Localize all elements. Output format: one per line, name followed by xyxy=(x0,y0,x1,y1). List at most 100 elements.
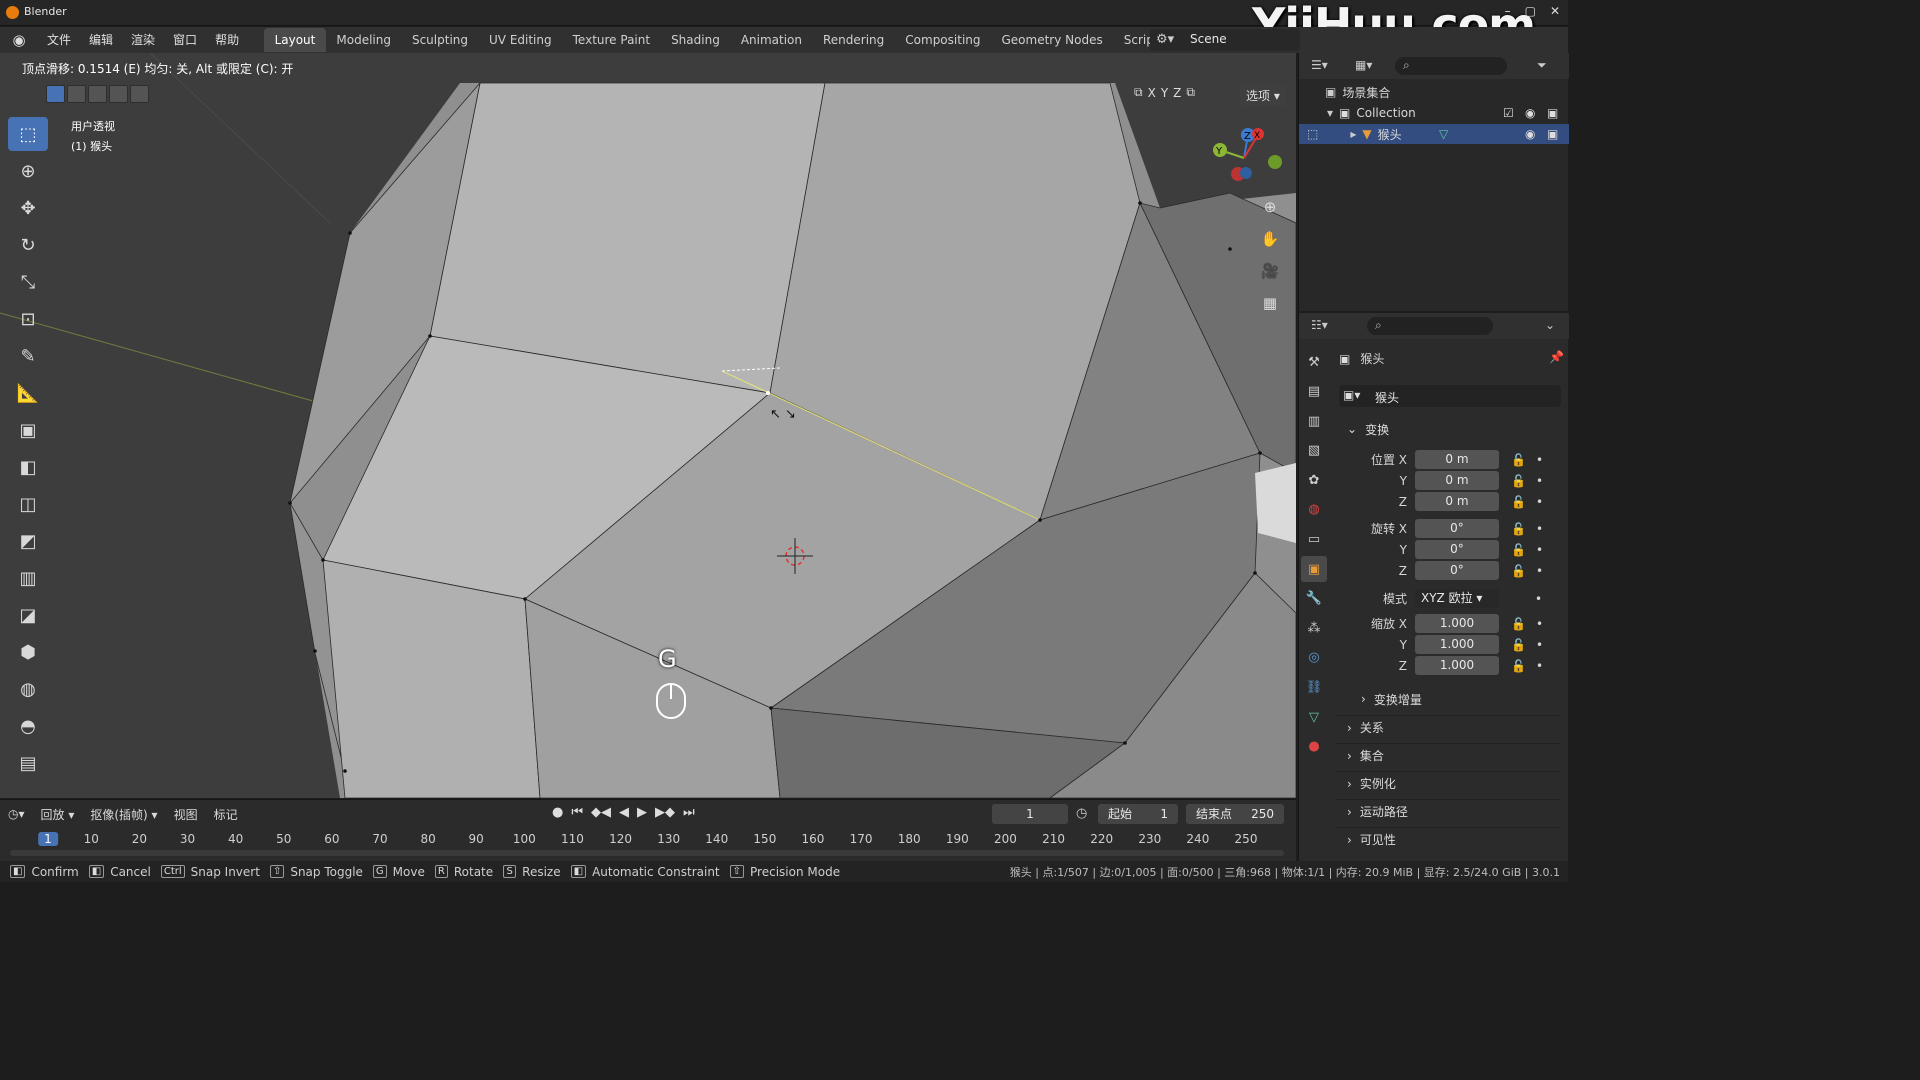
transform-panel-header[interactable]: ⌄ 变换 xyxy=(1335,417,1561,441)
render-tab-icon[interactable]: ▤ xyxy=(1301,379,1327,405)
bevel-tool-icon[interactable]: ◩ xyxy=(8,524,48,558)
frame-tick[interactable]: 230 xyxy=(1138,832,1161,846)
end-frame-field[interactable]: 结束点 250 xyxy=(1186,804,1284,824)
editor-type-icon[interactable]: ◷▾ xyxy=(0,807,33,821)
properties-search-input[interactable] xyxy=(1367,317,1493,335)
smooth-tool-icon[interactable]: ◓ xyxy=(8,709,48,743)
add-cube-tool-icon[interactable]: ▣ xyxy=(8,413,48,447)
instancing-panel[interactable]: › 实例化 xyxy=(1335,771,1561,795)
tool-tab-icon[interactable]: ⚒ xyxy=(1301,349,1327,375)
lock-icon[interactable]: 🔓 xyxy=(1511,495,1526,509)
keyframe-dot-icon[interactable]: • xyxy=(1535,592,1542,606)
cursor-tool-icon[interactable]: ⊕ xyxy=(8,154,48,188)
mesh-view[interactable]: ↖ ↘ xyxy=(0,53,1296,798)
tab-animation[interactable]: Animation xyxy=(730,28,812,52)
extrude-tool-icon[interactable]: ◧ xyxy=(8,450,48,484)
keying-menu[interactable]: 抠像(插帧) ▾ xyxy=(82,806,165,823)
play-reverse-icon[interactable]: ◀ xyxy=(619,805,629,820)
move-tool-icon[interactable]: ✥ xyxy=(8,191,48,225)
maximize-icon[interactable]: ▢ xyxy=(1525,4,1536,18)
frame-tick[interactable]: 40 xyxy=(228,832,243,846)
select-subtract-icon[interactable] xyxy=(88,85,107,103)
modifier-tab-icon[interactable]: 🔧 xyxy=(1301,586,1327,612)
frame-tick[interactable]: 160 xyxy=(802,832,825,846)
lock-icon[interactable]: 🔓 xyxy=(1511,617,1526,631)
frame-tick[interactable]: 20 xyxy=(132,832,147,846)
mesh-data-tab-icon[interactable]: ▽ xyxy=(1301,704,1327,730)
view-layer-tab-icon[interactable]: ▧ xyxy=(1301,438,1327,464)
frame-tick[interactable]: 190 xyxy=(946,832,969,846)
select-invert-icon[interactable] xyxy=(109,85,128,103)
menu-edit[interactable]: 编辑 xyxy=(80,27,122,53)
scene-selector[interactable]: ⚙▾ Scene xyxy=(1150,29,1300,51)
render-camera-icon[interactable]: ▣ xyxy=(1547,127,1558,141)
particles-tab-icon[interactable]: ⁂ xyxy=(1301,615,1327,641)
tab-shading[interactable]: Shading xyxy=(661,28,731,52)
filter-icon[interactable]: ⏷ xyxy=(1537,58,1547,73)
frame-tick[interactable]: 140 xyxy=(705,832,728,846)
scale-z-field[interactable]: 1.000 xyxy=(1415,656,1499,675)
lock-icon[interactable]: 🔓 xyxy=(1511,453,1526,467)
mesh-data-icon[interactable]: ▽ xyxy=(1439,127,1448,141)
tab-uv-editing[interactable]: UV Editing xyxy=(479,28,563,52)
snap-icon[interactable]: ⧉ xyxy=(1186,85,1195,100)
location-z-field[interactable]: 0 m xyxy=(1415,492,1499,511)
scale-tool-icon[interactable]: ⤡ xyxy=(8,265,48,299)
jump-end-icon[interactable]: ⏭ xyxy=(683,805,695,820)
view-menu[interactable]: 视图 xyxy=(166,806,206,823)
lock-icon[interactable]: 🔓 xyxy=(1511,564,1526,578)
frame-tick[interactable]: 240 xyxy=(1186,832,1209,846)
edge-slide-tool-icon[interactable]: ▤ xyxy=(8,746,48,780)
view-layer-icon[interactable]: ▦▾ xyxy=(1355,58,1372,72)
tab-layout[interactable]: Layout xyxy=(264,28,326,52)
timeline-scrollbar[interactable] xyxy=(10,850,1284,856)
render-camera-icon[interactable]: ▣ xyxy=(1547,106,1558,120)
frame-tick[interactable]: 10 xyxy=(84,832,99,846)
tab-texture-paint[interactable]: Texture Paint xyxy=(562,28,660,52)
editor-type-icon[interactable]: ☷▾ xyxy=(1311,318,1328,332)
frame-tick[interactable]: 130 xyxy=(657,832,680,846)
frame-tick[interactable]: 250 xyxy=(1235,832,1258,846)
keyframe-dot-icon[interactable]: • xyxy=(1536,617,1543,631)
frame-tick[interactable]: 150 xyxy=(753,832,776,846)
rotate-tool-icon[interactable]: ↻ xyxy=(8,228,48,262)
frame-tick[interactable]: 120 xyxy=(609,832,632,846)
frame-tick[interactable]: 180 xyxy=(898,832,921,846)
frame-tick[interactable]: 170 xyxy=(850,832,873,846)
frame-tick[interactable]: 220 xyxy=(1090,832,1113,846)
frame-tick[interactable]: 210 xyxy=(1042,832,1065,846)
scene-tab-icon[interactable]: ✿ xyxy=(1301,467,1327,493)
spin-tool-icon[interactable]: ◍ xyxy=(8,672,48,706)
collection-tab-icon[interactable]: ▭ xyxy=(1301,527,1327,553)
frame-tick[interactable]: 1 xyxy=(38,832,58,846)
measure-tool-icon[interactable]: 📐 xyxy=(8,376,48,410)
axis-y-button[interactable]: Y xyxy=(1161,86,1168,100)
material-tab-icon[interactable]: ● xyxy=(1301,734,1327,760)
outliner-search-input[interactable] xyxy=(1395,57,1507,75)
visibility-panel[interactable]: › 可见性 xyxy=(1335,827,1561,851)
location-x-field[interactable]: 0 m xyxy=(1415,450,1499,469)
object-selector-icon[interactable]: ▣▾ xyxy=(1343,388,1360,402)
rotation-x-field[interactable]: 0° xyxy=(1415,519,1499,538)
ortho-grid-icon[interactable]: ▦ xyxy=(1256,289,1284,317)
playback-menu[interactable]: 回放 ▾ xyxy=(33,806,83,823)
mirror-icon[interactable]: ⧉ xyxy=(1134,85,1143,100)
frame-tick[interactable]: 200 xyxy=(994,832,1017,846)
keyframe-dot-icon[interactable]: • xyxy=(1536,453,1543,467)
tab-sculpting[interactable]: Sculpting xyxy=(401,28,478,52)
motion-paths-panel[interactable]: › 运动路径 xyxy=(1335,799,1561,823)
transform-tool-icon[interactable]: ⊡ xyxy=(8,302,48,336)
tab-geometry-nodes[interactable]: Geometry Nodes xyxy=(991,28,1113,52)
frame-tick[interactable]: 80 xyxy=(420,832,435,846)
3d-viewport[interactable]: ↖ ↘ 顶点滑移: 0.1514 (E) 均匀: 关, Alt 或限定 (C):… xyxy=(0,53,1296,798)
loop-cut-tool-icon[interactable]: ▥ xyxy=(8,561,48,595)
jump-start-icon[interactable]: ⏮ xyxy=(571,805,583,820)
tab-rendering[interactable]: Rendering xyxy=(813,28,895,52)
axis-x-button[interactable]: X xyxy=(1148,86,1156,100)
select-box-tool-icon[interactable]: ⬚ xyxy=(8,117,48,151)
menu-render[interactable]: 渲染 xyxy=(122,27,164,53)
prev-keyframe-icon[interactable]: ◆◀ xyxy=(591,805,611,820)
keyframe-dot-icon[interactable]: • xyxy=(1536,659,1543,673)
location-y-field[interactable]: 0 m xyxy=(1415,471,1499,490)
visibility-eye-icon[interactable]: ◉ xyxy=(1525,106,1535,120)
